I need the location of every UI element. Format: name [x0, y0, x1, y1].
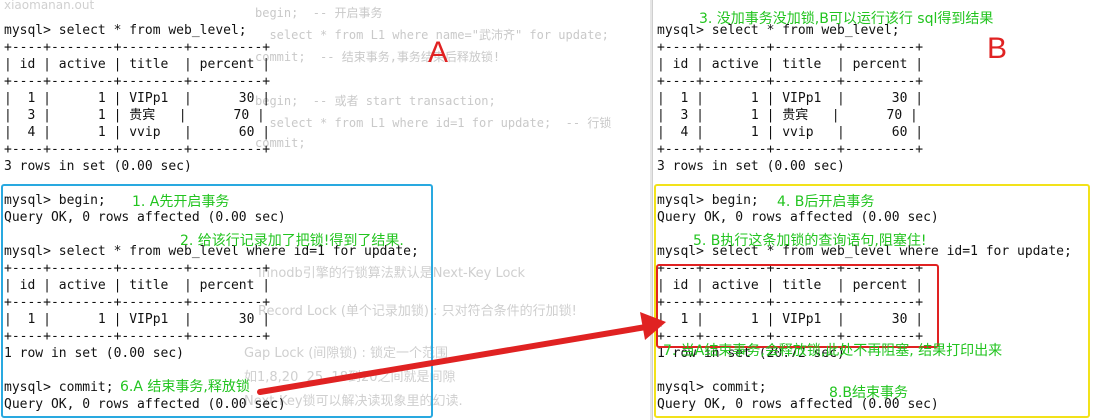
pane-a-label: A — [428, 36, 449, 69]
terminal-line: +----+--------+--------+---------+ — [657, 74, 924, 89]
terminal-line: | 1 | 1 | VIPp1 | 30 | — [4, 91, 271, 106]
note-step-4: 4. B后开启事务 — [777, 194, 875, 210]
blocked-result-highlight-box — [656, 264, 939, 348]
note-step-6: 6.A 结束事务,释放锁 — [120, 379, 250, 395]
terminal-line: | id | active | title | percent | — [657, 57, 924, 72]
terminal-line: | 3 | 1 | 贵宾 | 70 | — [657, 108, 918, 123]
note-step-2: 2. 给该行记录加了把锁!得到了结果. — [180, 233, 404, 249]
terminal-line: mysql> select * from web_level; — [4, 23, 247, 38]
note-step-8: 8.B结束事务 — [829, 385, 908, 401]
note-step-3: 3. 没加事务没加锁,B可以运行该行 sql得到结果 — [699, 11, 994, 27]
note-step-5: 5. B执行这条加锁的查询语句,阻塞住! — [693, 233, 927, 249]
terminal-line: | 4 | 1 | vvip | 60 | — [657, 125, 924, 140]
bg-code-line: begin; -- 或者 start transaction; — [255, 94, 496, 108]
pane-b-label: B — [987, 32, 1008, 65]
terminal-line: +----+--------+--------+---------+ — [4, 142, 271, 157]
terminal-line: +----+--------+--------+---------+ — [657, 40, 924, 55]
terminal-pane-a[interactable]: xiaomanan.out begin; -- 开启事务 select * fr… — [0, 0, 650, 420]
note-step-1: 1. A先开启事务 — [132, 194, 230, 210]
terminal-line: +----+--------+--------+---------+ — [4, 74, 271, 89]
bg-code-line: commit; -- 结束事务,事务结束后释放锁! — [255, 50, 501, 64]
terminal-line: +----+--------+--------+---------+ — [4, 40, 271, 55]
pane-a-faded-title: xiaomanan.out — [4, 0, 95, 12]
terminal-line: 3 rows in set (0.00 sec) — [657, 159, 845, 174]
bg-code-line: select * from L1 where id=1 for update; … — [255, 116, 612, 130]
note-step-7: 7. 当A结束事务,会释放锁,此处不再阻塞, 结果打印出来 — [663, 343, 1003, 359]
terminal-line: +----+--------+--------+---------+ — [657, 142, 924, 157]
terminal-pane-b[interactable]: mysql> select * from web_level; +----+--… — [652, 0, 1100, 420]
terminal-line: | 3 | 1 | 贵宾 | 70 | — [4, 108, 265, 123]
terminal-line: | 4 | 1 | vvip | 60 | — [4, 125, 271, 140]
terminal-line: | 1 | 1 | VIPp1 | 30 | — [657, 91, 924, 106]
bg-code-line: begin; -- 开启事务 — [255, 6, 383, 20]
terminal-line: | id | active | title | percent | — [4, 57, 271, 72]
terminal-line: 3 rows in set (0.00 sec) — [4, 159, 192, 174]
